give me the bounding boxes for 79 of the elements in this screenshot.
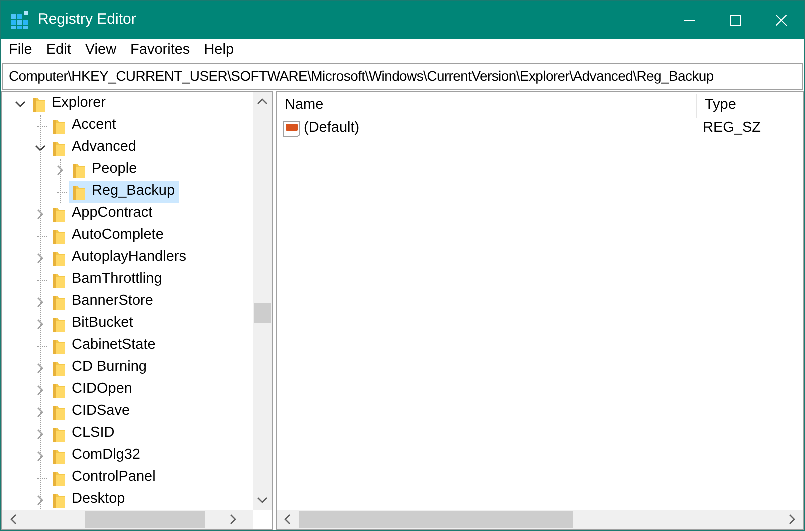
folder-icon — [52, 360, 66, 376]
expand-chevron-icon[interactable] — [36, 384, 44, 396]
address-text: Computer\HKEY_CURRENT_USER\SOFTWARE\Microsoft\Windows\CurrentVersion\Explorer\Advanced\Reg_Backup — [8, 67, 714, 86]
address-bar[interactable]: Computer\HKEY_CURRENT_USER\SOFTWARE\Microsoft\Windows\CurrentVersion\Explorer\Advanced\Reg_Backup — [2, 63, 803, 90]
tree-item[interactable]: CabinetState — [49, 335, 160, 357]
tree-item[interactable]: AutoComplete — [49, 225, 168, 247]
folder-icon — [52, 338, 66, 354]
folder-icon — [52, 140, 66, 156]
folder-icon — [52, 228, 66, 244]
folder-icon — [52, 382, 66, 398]
tree-item[interactable]: Desktop — [49, 489, 130, 510]
folder-icon — [72, 184, 86, 200]
scroll-up-icon[interactable] — [257, 98, 268, 105]
tree-item[interactable]: BitBucket — [49, 313, 138, 335]
column-header[interactable]: Name — [277, 94, 697, 118]
tree-item[interactable]: BamThrottling — [49, 269, 166, 291]
folder-icon — [32, 96, 46, 112]
folder-icon — [52, 118, 66, 134]
folder-icon — [72, 162, 86, 178]
maximize-icon — [730, 14, 740, 26]
horizontal-scrollbar[interactable] — [2, 510, 253, 529]
expand-chevron-icon[interactable] — [36, 362, 44, 374]
folder-icon — [52, 294, 66, 310]
collapse-chevron-icon[interactable] — [34, 144, 46, 152]
tree-item[interactable]: Accent — [49, 115, 120, 137]
scroll-thumb[interactable] — [299, 511, 573, 528]
tree-item[interactable]: ComDlg32 — [49, 445, 144, 467]
expand-chevron-icon[interactable] — [56, 164, 64, 176]
tree-item[interactable]: AutoplayHandlers — [49, 247, 190, 269]
expand-chevron-icon[interactable] — [36, 208, 44, 220]
value-name[interactable]: (Default) — [304, 118, 360, 140]
folder-icon — [52, 448, 66, 464]
value-type: REG_SZ — [702, 119, 762, 138]
tree-item[interactable]: BannerStore — [49, 291, 158, 313]
scroll-left-icon[interactable] — [10, 514, 17, 525]
vertical-scrollbar[interactable] — [253, 92, 272, 510]
tree-item[interactable]: Explorer — [29, 93, 110, 115]
expand-chevron-icon[interactable] — [36, 494, 44, 506]
scroll-left-icon[interactable] — [284, 514, 291, 525]
close-icon — [776, 14, 786, 26]
string-value-icon — [283, 120, 301, 138]
scroll-thumb[interactable] — [254, 303, 271, 323]
expand-chevron-icon[interactable] — [36, 318, 44, 330]
menu-item[interactable]: Edit — [39, 39, 78, 63]
folder-icon — [52, 206, 66, 222]
tree-item[interactable]: AppContract — [49, 203, 157, 225]
expand-chevron-icon[interactable] — [36, 428, 44, 440]
column-header[interactable]: Type — [697, 94, 803, 118]
collapse-chevron-icon[interactable] — [14, 100, 26, 108]
folder-icon — [52, 316, 66, 332]
folder-icon — [52, 250, 66, 266]
expand-chevron-icon[interactable] — [36, 406, 44, 418]
expand-chevron-icon[interactable] — [36, 450, 44, 462]
folder-icon — [52, 272, 66, 288]
horizontal-scrollbar[interactable] — [277, 510, 803, 529]
tree-item[interactable]: CD Burning — [49, 357, 151, 379]
folder-icon — [52, 404, 66, 420]
menu-item[interactable]: View — [78, 39, 124, 63]
folder-icon — [52, 492, 66, 508]
tree-item[interactable]: CIDOpen — [49, 379, 136, 401]
scroll-right-icon[interactable] — [789, 514, 796, 525]
window-title: Registry Editor — [38, 10, 136, 30]
tree-item[interactable]: People — [69, 159, 142, 181]
folder-icon — [52, 426, 66, 442]
expand-chevron-icon[interactable] — [36, 252, 44, 264]
tree-item[interactable]: CLSID — [49, 423, 119, 445]
tree-item[interactable]: Reg_Backup — [69, 181, 180, 203]
tree-item[interactable]: ControlPanel — [49, 467, 160, 489]
tree-item[interactable]: CIDSave — [49, 401, 134, 423]
scroll-thumb[interactable] — [85, 511, 205, 528]
menu-item[interactable]: Help — [197, 39, 242, 63]
scroll-down-icon[interactable] — [257, 497, 268, 504]
registry-icon — [10, 10, 30, 30]
scroll-right-icon[interactable] — [230, 514, 237, 525]
tree-item[interactable]: Advanced — [49, 137, 140, 159]
menu-item[interactable]: Favorites — [124, 39, 198, 63]
folder-icon — [52, 470, 66, 486]
expand-chevron-icon[interactable] — [36, 296, 44, 308]
menu-item[interactable]: File — [2, 39, 40, 63]
